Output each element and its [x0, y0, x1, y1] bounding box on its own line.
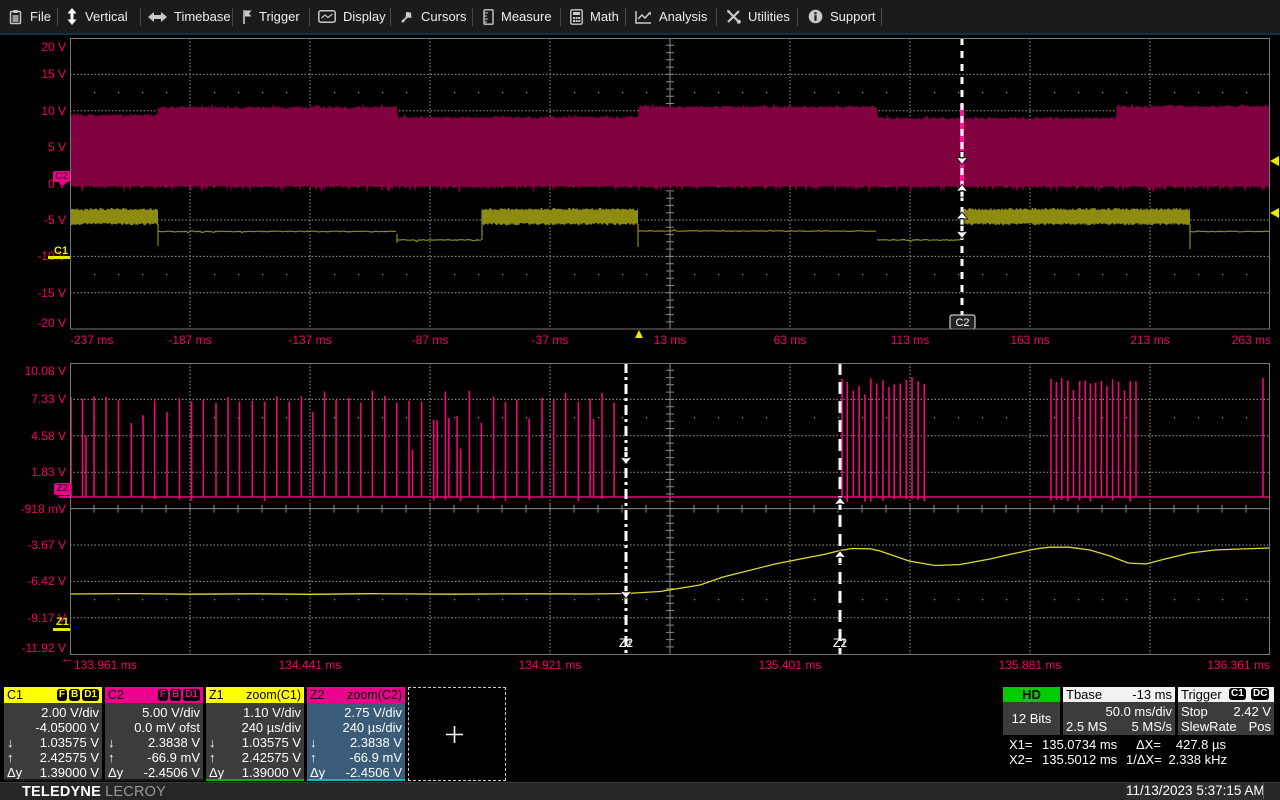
svg-text:Z2: Z2	[619, 636, 633, 650]
svg-text:C2: C2	[955, 317, 969, 329]
svg-text:Z2: Z2	[833, 636, 847, 650]
